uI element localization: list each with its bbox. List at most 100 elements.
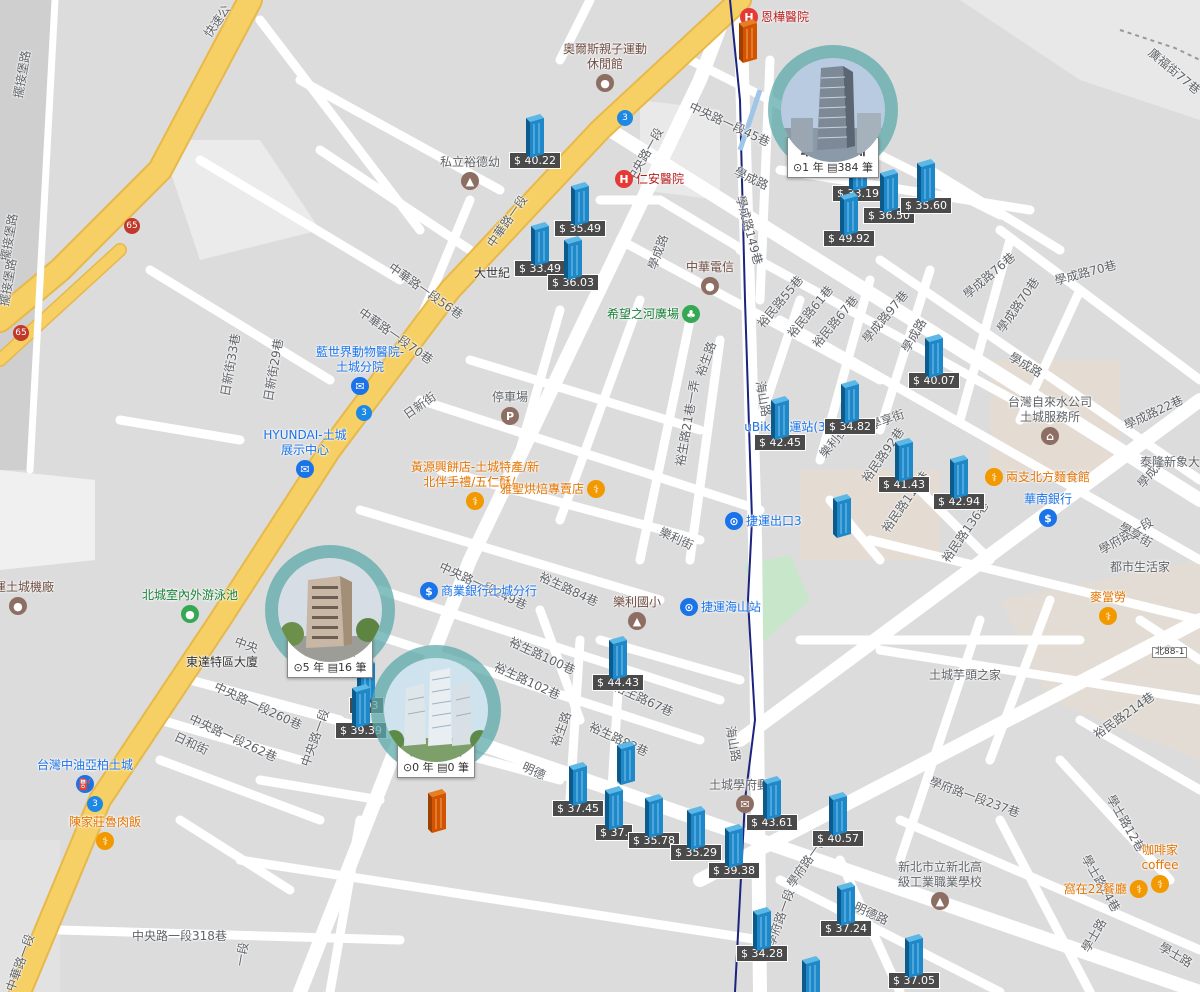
poi-marker-icon[interactable]: ⚕ — [985, 468, 1003, 486]
poi-item[interactable]: 都市生活家 — [1110, 560, 1170, 575]
poi-item[interactable]: 台灣自來水公司土城服務所 ⌂ — [1005, 395, 1095, 445]
price-marker[interactable]: $ 36.03 — [547, 232, 599, 291]
building-tower-icon[interactable] — [605, 632, 631, 680]
poi-marker-icon[interactable]: ▲ — [460, 172, 479, 190]
poi-item[interactable]: 藍世界動物醫院-土城分院 ✉ — [315, 345, 405, 395]
poi-item[interactable]: 捷運土城機廠 ● — [0, 580, 54, 615]
poi-item[interactable]: ⊙ 捷運海山站 — [680, 598, 761, 616]
poi-item[interactable]: 華南銀行 $ — [1024, 492, 1072, 527]
building-tower-icon[interactable] — [946, 451, 972, 499]
price-marker[interactable]: $ 40.57 — [812, 788, 864, 847]
poi-marker-icon[interactable]: ▲ — [931, 892, 949, 910]
building-tower-icon[interactable] — [825, 788, 851, 836]
project-card[interactable]: 華固新綠洲⊙1 年 ▤384 筆 — [768, 45, 898, 178]
poi-item[interactable]: 泰隆新象大 — [1140, 455, 1200, 470]
poi-marker-icon[interactable]: ♣ — [682, 305, 700, 323]
poi-item[interactable]: 東達特區大廈 — [186, 655, 258, 670]
poi-marker-icon[interactable]: ⚕ — [1151, 875, 1169, 893]
price-marker[interactable] — [424, 785, 450, 833]
building-tower-icon[interactable] — [913, 155, 939, 203]
building-tower-icon[interactable] — [759, 772, 785, 820]
building-tower-icon[interactable] — [836, 188, 862, 236]
poi-item[interactable]: 希望之河廣場 ♣ — [607, 305, 700, 323]
poi-marker-icon[interactable]: ● — [596, 74, 614, 92]
building-tower-icon[interactable] — [749, 903, 775, 951]
poi-marker-icon[interactable]: ▲ — [627, 612, 646, 630]
price-marker[interactable]: $ 40.07 — [908, 330, 960, 389]
price-marker[interactable]: $ 37.24 — [820, 878, 872, 937]
building-tower-icon[interactable] — [424, 785, 450, 833]
poi-marker-icon[interactable]: ⚕ — [1098, 607, 1117, 625]
poi-item[interactable]: 中華電信 ● — [686, 260, 734, 295]
price-marker[interactable]: $ 43.61 — [746, 772, 798, 831]
building-tower-icon[interactable] — [721, 820, 747, 868]
poi-item[interactable]: 新北市立新北高級工業職業學校 ▲ — [895, 860, 985, 910]
building-tower-icon[interactable] — [522, 110, 548, 158]
poi-item[interactable]: 台灣中油亞柏土城 ⛽ — [37, 758, 133, 793]
project-photo-ring[interactable] — [371, 645, 501, 775]
poi-marker-icon[interactable]: ⌂ — [1041, 427, 1059, 445]
poi-item[interactable]: $ 商業銀行土城分行 — [420, 582, 537, 600]
price-marker[interactable]: $ 34.28 — [736, 903, 788, 962]
price-marker[interactable]: $ 37.05 — [888, 930, 940, 989]
price-marker[interactable] — [829, 490, 855, 538]
price-marker[interactable]: $ 42.94 — [933, 451, 985, 510]
price-marker[interactable]: $ 41.43 — [878, 434, 930, 493]
poi-marker-icon[interactable]: ⚕ — [1130, 880, 1148, 898]
building-tower-icon[interactable] — [829, 490, 855, 538]
price-marker[interactable]: $ 49.92 — [823, 188, 875, 247]
poi-item[interactable]: HYUNDAI-土城展示中心 ✉ — [260, 428, 350, 478]
poi-item[interactable]: 陳家莊魯肉飯 ⚕ — [69, 815, 141, 850]
building-tower-icon[interactable] — [560, 232, 586, 280]
poi-marker-icon[interactable]: ⚕ — [95, 832, 114, 850]
poi-item[interactable]: 停車場 P — [492, 390, 528, 425]
building-tower-icon[interactable] — [683, 802, 709, 850]
poi-item[interactable]: 大世紀 — [474, 266, 510, 281]
price-marker[interactable]: $ 40.22 — [509, 110, 561, 169]
price-marker[interactable]: $ 34.82 — [824, 376, 876, 435]
building-tower-icon[interactable] — [901, 930, 927, 978]
building-tower-icon[interactable] — [837, 376, 863, 424]
poi-item[interactable]: 北城室內外游泳池 ● — [142, 588, 238, 623]
poi-item[interactable]: ⊙ 捷運出口3 — [725, 512, 802, 530]
price-marker[interactable]: $ 44.43 — [592, 632, 644, 691]
poi-item[interactable]: 私立裕德幼 ▲ — [440, 155, 500, 190]
building-tower-icon[interactable] — [735, 15, 761, 63]
poi-item[interactable]: 奧爾斯親子運動休閒館 ● — [560, 42, 650, 92]
price-marker[interactable]: $ 42.45 — [754, 392, 806, 451]
building-tower-icon[interactable] — [921, 330, 947, 378]
price-marker[interactable]: $ 35.60 — [900, 155, 952, 214]
building-tower-icon[interactable] — [833, 878, 859, 926]
building-tower-icon[interactable] — [601, 782, 627, 830]
poi-marker-icon[interactable]: ⊙ — [725, 512, 743, 530]
project-card[interactable]: 大同莊園⊙0 年 ▤0 筆 — [371, 645, 501, 778]
poi-marker-icon[interactable]: ⛽ — [75, 775, 94, 793]
poi-item[interactable]: H 仁安醫院 — [615, 170, 684, 188]
building-tower-icon[interactable] — [567, 178, 593, 226]
poi-marker-icon[interactable]: ⚕ — [587, 480, 605, 498]
poi-item[interactable]: ⚕ 兩支北方麵食館 — [985, 468, 1090, 486]
poi-marker-icon[interactable]: ⚕ — [466, 492, 484, 510]
poi-marker-icon[interactable]: ● — [700, 277, 719, 295]
map-view[interactable]: 快速公 擺接堡路 擺接堡路 擺接堡路 中華路一段 中華路一段56巷 中華路一段70巷 中央路一… — [0, 0, 1200, 992]
poi-item[interactable]: 土城芋頭之家 — [929, 668, 1001, 683]
poi-item[interactable]: 麥當勞 ⚕ — [1090, 590, 1126, 625]
price-marker[interactable] — [735, 15, 761, 63]
building-tower-icon[interactable] — [565, 758, 591, 806]
poi-marker-icon[interactable]: ● — [8, 597, 27, 615]
poi-marker-icon[interactable]: $ — [420, 582, 438, 600]
poi-marker-icon[interactable]: ✉ — [296, 460, 314, 478]
poi-marker-icon[interactable]: ⊙ — [680, 598, 698, 616]
building-tower-icon[interactable] — [891, 434, 917, 482]
building-tower-icon[interactable] — [641, 790, 667, 838]
poi-marker-icon[interactable]: ✉ — [351, 377, 369, 395]
poi-item[interactable]: 雅聖烘焙專賣店 ⚕ — [500, 480, 605, 498]
building-tower-icon[interactable] — [767, 392, 793, 440]
poi-marker-icon[interactable]: ● — [180, 605, 199, 623]
building-tower-icon[interactable] — [798, 952, 824, 992]
poi-marker-icon[interactable]: $ — [1038, 509, 1057, 527]
building-tower-icon[interactable] — [613, 737, 639, 785]
poi-item[interactable]: 樂利國小 ▲ — [613, 595, 661, 630]
price-marker[interactable] — [798, 952, 824, 992]
price-marker[interactable] — [613, 737, 639, 785]
